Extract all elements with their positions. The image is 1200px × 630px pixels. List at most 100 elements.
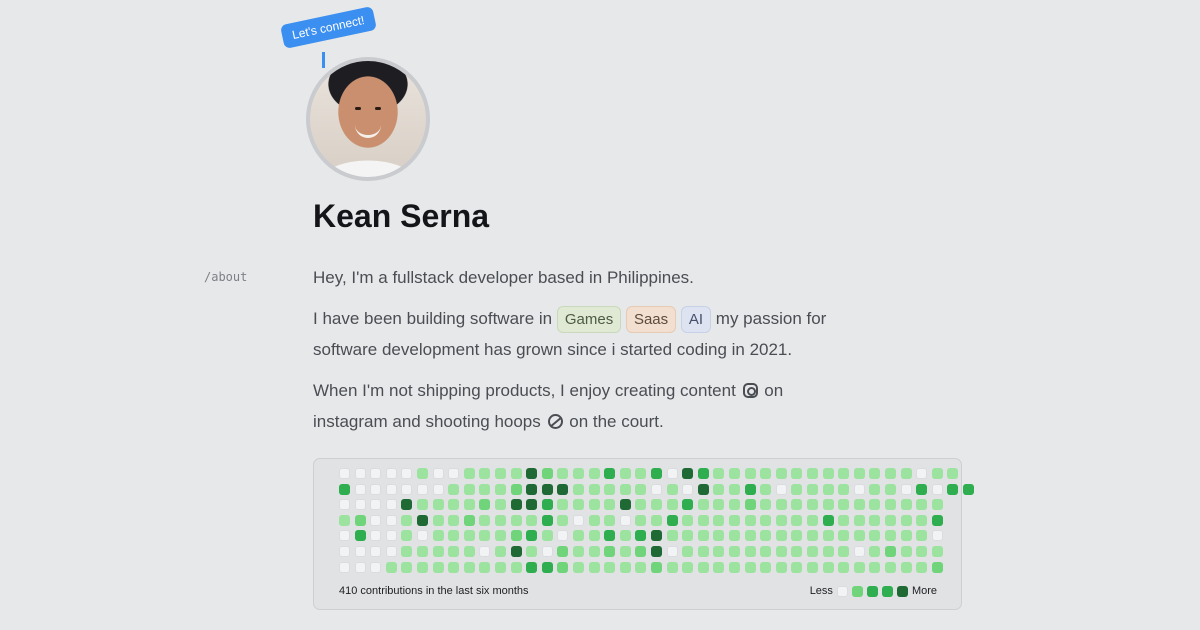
contribution-cell[interactable] — [604, 483, 616, 495]
contribution-cell[interactable] — [448, 499, 460, 511]
contribution-cell[interactable] — [713, 561, 725, 573]
contribution-cell[interactable] — [791, 514, 803, 526]
contribution-cell[interactable] — [885, 499, 896, 511]
contribution-cell[interactable] — [838, 483, 850, 495]
contribution-cell[interactable] — [448, 514, 460, 526]
contribution-cell[interactable] — [479, 514, 491, 526]
contribution-cell[interactable] — [697, 468, 709, 479]
contribution-cell[interactable] — [697, 530, 709, 542]
contribution-cell[interactable] — [760, 483, 772, 495]
contribution-cell[interactable] — [885, 530, 896, 542]
contribution-cell[interactable] — [697, 561, 709, 573]
contribution-cell[interactable] — [573, 530, 584, 542]
contribution-cell[interactable] — [775, 546, 787, 557]
tag-saas[interactable]: Saas — [625, 306, 677, 333]
contribution-cell[interactable] — [432, 546, 444, 557]
contribution-cell[interactable] — [354, 483, 366, 495]
contribution-cell[interactable] — [744, 468, 756, 479]
contribution-cell[interactable] — [916, 499, 928, 511]
contribution-cell[interactable] — [604, 514, 616, 526]
contribution-cell[interactable] — [479, 530, 491, 542]
contribution-cell[interactable] — [432, 514, 444, 526]
contribution-cell[interactable] — [682, 546, 694, 557]
contribution-cell[interactable] — [370, 468, 382, 479]
contribution-cell[interactable] — [807, 468, 818, 479]
contribution-cell[interactable] — [838, 468, 850, 479]
contribution-cell[interactable] — [510, 530, 522, 542]
contribution-cell[interactable] — [557, 546, 569, 557]
contribution-cell[interactable] — [463, 546, 475, 557]
contribution-cell[interactable] — [573, 483, 584, 495]
contribution-cell[interactable] — [526, 561, 538, 573]
contribution-cell[interactable] — [791, 546, 803, 557]
contribution-cell[interactable] — [791, 468, 803, 479]
contribution-cell[interactable] — [541, 483, 553, 495]
contribution-cell[interactable] — [463, 468, 475, 479]
contribution-cell[interactable] — [791, 561, 803, 573]
contribution-cell[interactable] — [495, 468, 506, 479]
contribution-cell[interactable] — [791, 499, 803, 511]
contribution-cell[interactable] — [635, 468, 647, 479]
contribution-cell[interactable] — [495, 514, 506, 526]
contribution-cell[interactable] — [354, 530, 366, 542]
contribution-cell[interactable] — [588, 530, 600, 542]
contribution-cell[interactable] — [619, 546, 631, 557]
contribution-cell[interactable] — [666, 468, 678, 479]
contribution-cell[interactable] — [838, 499, 850, 511]
contribution-cell[interactable] — [729, 514, 740, 526]
contribution-cell[interactable] — [573, 468, 584, 479]
contribution-cell[interactable] — [526, 483, 538, 495]
contribution-cell[interactable] — [900, 514, 912, 526]
contribution-cell[interactable] — [463, 530, 475, 542]
contribution-cell[interactable] — [463, 499, 475, 511]
contribution-cell[interactable] — [916, 468, 928, 479]
contribution-cell[interactable] — [401, 514, 413, 526]
contribution-cell[interactable] — [651, 546, 662, 557]
contribution-cell[interactable] — [339, 514, 350, 526]
contribution-cell[interactable] — [339, 483, 350, 495]
contribution-cell[interactable] — [510, 546, 522, 557]
contribution-cell[interactable] — [651, 561, 662, 573]
contribution-cell[interactable] — [697, 514, 709, 526]
contribution-cell[interactable] — [510, 468, 522, 479]
contribution-cell[interactable] — [339, 561, 350, 573]
contribution-cell[interactable] — [853, 499, 865, 511]
contribution-cell[interactable] — [838, 530, 850, 542]
contribution-cell[interactable] — [635, 561, 647, 573]
contribution-cell[interactable] — [635, 530, 647, 542]
contribution-cell[interactable] — [900, 499, 912, 511]
contribution-cell[interactable] — [729, 483, 740, 495]
contribution-cell[interactable] — [885, 561, 896, 573]
contribution-cell[interactable] — [869, 514, 881, 526]
contribution-cell[interactable] — [744, 514, 756, 526]
contribution-cell[interactable] — [682, 483, 694, 495]
contribution-cell[interactable] — [604, 499, 616, 511]
contribution-cell[interactable] — [401, 468, 413, 479]
contribution-cell[interactable] — [417, 561, 428, 573]
contribution-cell[interactable] — [619, 499, 631, 511]
contribution-cell[interactable] — [651, 514, 662, 526]
contribution-cell[interactable] — [432, 530, 444, 542]
contribution-cell[interactable] — [807, 483, 818, 495]
contribution-cell[interactable] — [604, 530, 616, 542]
contribution-cell[interactable] — [448, 468, 460, 479]
contribution-cell[interactable] — [417, 546, 428, 557]
contribution-cell[interactable] — [479, 546, 491, 557]
contribution-cell[interactable] — [760, 546, 772, 557]
contribution-cell[interactable] — [541, 561, 553, 573]
contribution-cell[interactable] — [729, 546, 740, 557]
contribution-cell[interactable] — [479, 468, 491, 479]
contribution-cell[interactable] — [619, 468, 631, 479]
contribution-cell[interactable] — [885, 468, 896, 479]
contribution-cell[interactable] — [947, 468, 959, 479]
contribution-cell[interactable] — [339, 546, 350, 557]
contribution-cell[interactable] — [573, 514, 584, 526]
contribution-cell[interactable] — [791, 483, 803, 495]
contribution-cell[interactable] — [807, 499, 818, 511]
contribution-cell[interactable] — [432, 468, 444, 479]
contribution-cell[interactable] — [432, 499, 444, 511]
contribution-cell[interactable] — [354, 468, 366, 479]
contribution-cell[interactable] — [885, 546, 896, 557]
contribution-cell[interactable] — [573, 546, 584, 557]
contribution-cell[interactable] — [588, 561, 600, 573]
